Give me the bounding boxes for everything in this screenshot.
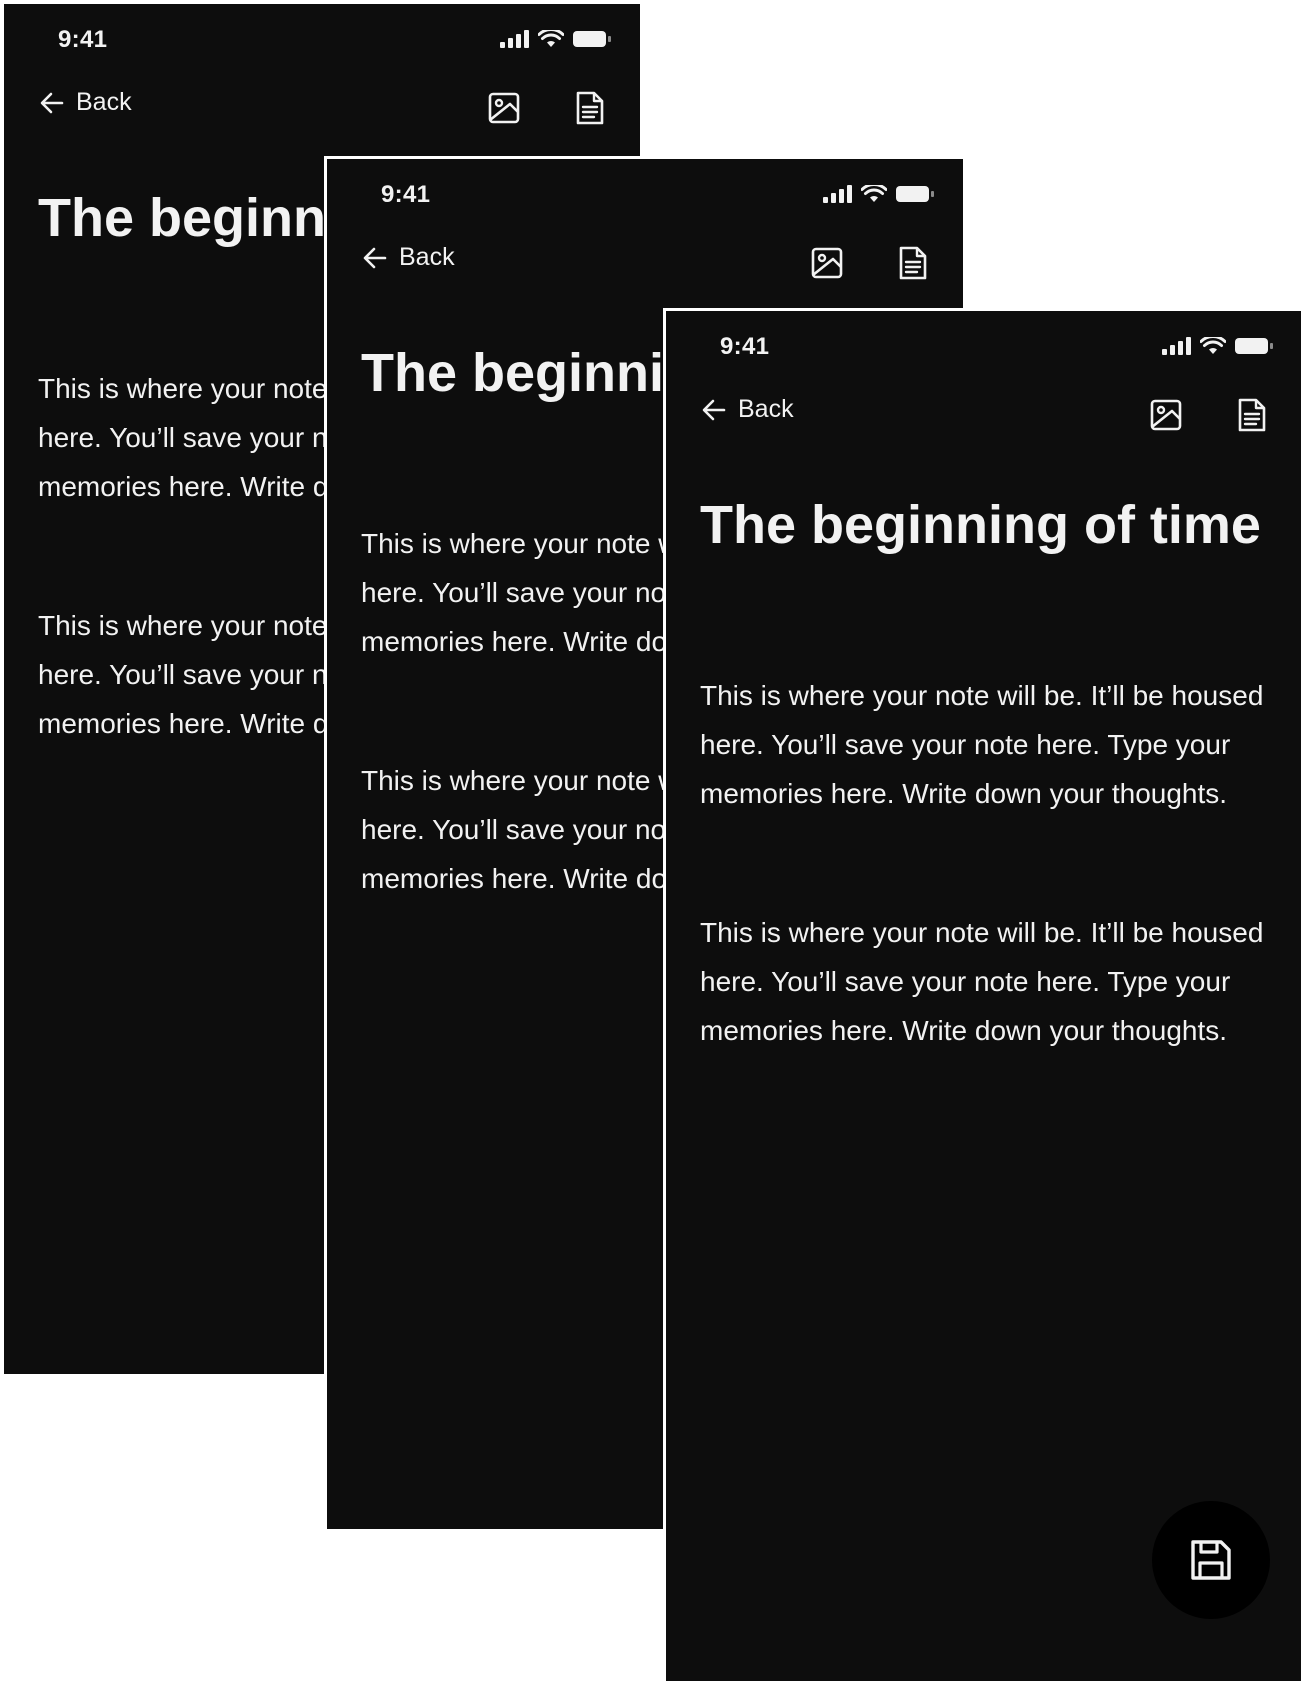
wifi-icon <box>538 30 564 47</box>
status-bar: 9:41 <box>327 159 963 219</box>
battery-icon <box>896 186 934 202</box>
document-button[interactable] <box>570 88 610 128</box>
save-button[interactable] <box>1152 1501 1270 1619</box>
image-icon <box>488 92 520 124</box>
status-bar: 9:41 <box>4 4 640 64</box>
arrow-left-icon <box>702 399 726 420</box>
note-paragraph[interactable]: This is where your note will be. It’ll b… <box>700 908 1280 1055</box>
add-image-button[interactable] <box>484 88 524 128</box>
battery-icon <box>573 31 611 47</box>
signal-icon <box>1162 337 1191 355</box>
add-image-button[interactable] <box>1146 395 1186 435</box>
arrow-left-icon <box>363 247 387 268</box>
document-icon <box>576 91 604 125</box>
back-label: Back <box>738 395 794 423</box>
document-button[interactable] <box>1232 395 1272 435</box>
image-icon <box>811 247 843 279</box>
back-button[interactable]: Back <box>38 88 132 117</box>
note-screen-3: 9:41 Back The beginning of time This is … <box>663 308 1301 1684</box>
note-title[interactable]: The beginning of time <box>700 489 1280 561</box>
status-time: 9:41 <box>58 26 108 53</box>
image-icon <box>1150 399 1182 431</box>
document-icon <box>899 246 927 280</box>
note-paragraph[interactable]: This is where your note will be. It’ll b… <box>700 671 1280 818</box>
back-button[interactable]: Back <box>700 395 794 424</box>
system-icons <box>500 30 612 48</box>
signal-icon <box>823 185 852 203</box>
status-time: 9:41 <box>381 181 431 208</box>
wifi-icon <box>1200 337 1226 354</box>
back-label: Back <box>76 88 132 116</box>
back-button[interactable]: Back <box>361 243 455 272</box>
status-time: 9:41 <box>720 333 770 360</box>
wifi-icon <box>861 185 887 202</box>
document-icon <box>1238 398 1266 432</box>
top-nav: Back <box>4 88 640 132</box>
system-icons <box>823 185 935 203</box>
add-image-button[interactable] <box>807 243 847 283</box>
document-button[interactable] <box>893 243 933 283</box>
signal-icon <box>500 30 529 48</box>
top-nav: Back <box>666 395 1301 439</box>
back-label: Back <box>399 243 455 271</box>
save-icon <box>1191 1540 1231 1580</box>
status-bar: 9:41 <box>666 311 1301 371</box>
system-icons <box>1162 337 1274 355</box>
battery-icon <box>1235 338 1273 354</box>
arrow-left-icon <box>40 92 64 113</box>
top-nav: Back <box>327 243 963 287</box>
